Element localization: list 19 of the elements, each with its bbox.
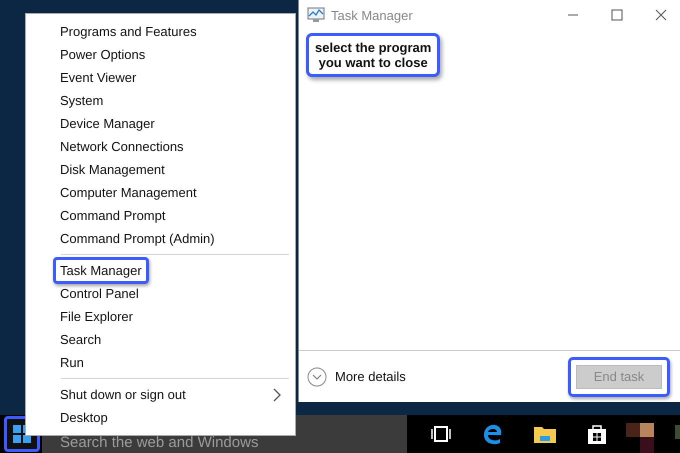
menu-item-label: Power Options	[59, 46, 146, 64]
instruction-callout: select the program you want to close	[306, 33, 440, 77]
menu-item-label: Run	[59, 354, 85, 372]
menu-item-label: Command Prompt (Admin)	[59, 230, 216, 248]
menu-item-label: Disk Management	[59, 161, 166, 179]
menu-item-label: Programs and Features	[59, 23, 198, 41]
menu-item-label: Computer Management	[59, 184, 198, 202]
menu-item-label: Control Panel	[59, 285, 140, 303]
window-title: Task Manager	[331, 8, 414, 22]
menu-item-label: Device Manager	[59, 115, 156, 133]
menu-item-label: System	[59, 92, 104, 110]
menu-item-label: Command Prompt	[59, 207, 166, 225]
menu-item-label: File Explorer	[59, 308, 134, 326]
menu-item-label: Network Connections	[59, 138, 185, 156]
menu-item-label: Desktop	[59, 409, 109, 427]
menu-item-label: Event Viewer	[59, 69, 138, 87]
menu-item-label: Task Manager	[53, 257, 149, 284]
menu-item-label: Search	[59, 331, 102, 349]
menu-item-label: Shut down or sign out	[59, 386, 187, 404]
